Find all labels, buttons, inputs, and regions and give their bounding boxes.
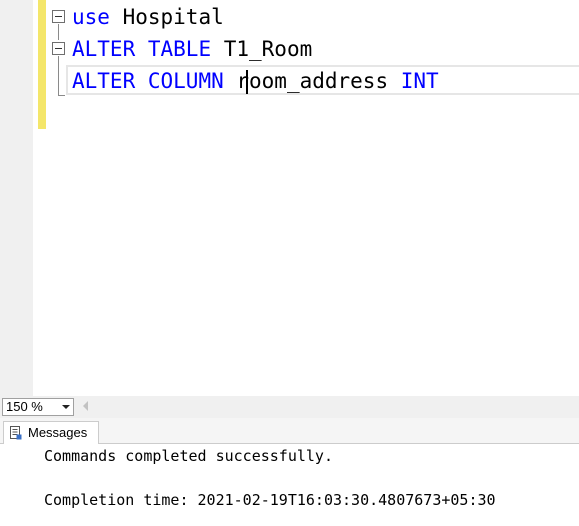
editor-statusbar: 150 %	[0, 396, 579, 418]
code-line-1[interactable]: use Hospital	[72, 2, 224, 32]
outline-line	[58, 56, 59, 96]
collapse-icon[interactable]	[52, 42, 65, 55]
zoom-value: 150 %	[6, 399, 43, 414]
tab-label: Messages	[28, 425, 88, 440]
outline-end-tick	[58, 95, 65, 96]
code-line-2[interactable]: ALTER TABLE T1_Room	[72, 34, 312, 64]
tab-messages[interactable]: Messages	[3, 421, 99, 444]
scroll-left-icon[interactable]	[83, 401, 88, 411]
query-editor[interactable]: use Hospital ALTER TABLE T1_Room ALTER C…	[0, 0, 579, 396]
zoom-dropdown[interactable]: 150 %	[2, 398, 74, 416]
outline-line	[58, 24, 59, 40]
messages-icon	[10, 426, 22, 440]
identifier-token: room_address	[223, 69, 401, 93]
chevron-down-icon[interactable]	[62, 405, 70, 409]
message-text: Commands completed successfully.	[44, 447, 333, 465]
keyword-token: ALTER	[72, 69, 136, 93]
results-pane: Messages Commands completed successfully…	[0, 418, 579, 526]
collapse-icon[interactable]	[52, 10, 65, 23]
keyword-token: COLUMN	[147, 69, 224, 93]
keyword-token: TABLE	[147, 37, 212, 61]
editor-gutter	[0, 0, 33, 396]
keyword-token: ALTER	[72, 37, 136, 61]
identifier-token: Hospital	[109, 5, 224, 29]
completion-time-text: Completion time: 2021-02-19T16:03:30.480…	[44, 491, 496, 509]
text-caret	[246, 70, 248, 94]
keyword-token: use	[72, 5, 110, 29]
code-line-3[interactable]: ALTER COLUMN room_address INT	[72, 66, 439, 96]
keyword-token: INT	[400, 69, 439, 93]
identifier-token: T1_Room	[211, 37, 313, 61]
change-tracking-bar	[38, 0, 46, 129]
results-tabstrip: Messages	[0, 418, 579, 444]
